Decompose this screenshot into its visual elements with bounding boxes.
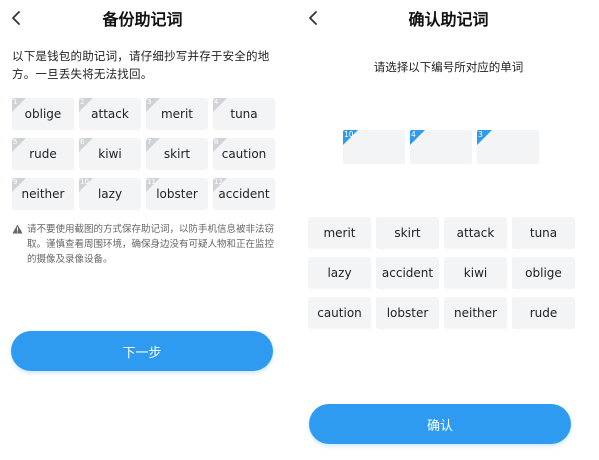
answer-slot[interactable]: 10 xyxy=(343,130,405,164)
word-text: attack xyxy=(91,107,129,121)
intro-text: 以下是钱包的助记词，请仔细抄写并存于安全的地方。一旦丢失将无法找回。 xyxy=(12,49,270,81)
confirm-mnemonic-screen: 确认助记词 请选择以下编号所对应的单词 10 4 3 merit skirt attac… xyxy=(298,0,599,460)
word-text: lobster xyxy=(156,187,198,201)
next-step-button[interactable]: 下一步 xyxy=(11,331,273,371)
mnemonic-word-cell: 6 kiwi xyxy=(79,138,141,170)
word-text: lazy xyxy=(97,187,123,201)
mnemonic-word-cell: 7 skirt xyxy=(146,138,208,170)
word-choice-button[interactable]: oblige xyxy=(512,257,575,289)
word-index: 10 xyxy=(80,178,89,186)
mnemonic-word-cell: 11 lobster xyxy=(146,178,208,210)
backup-mnemonic-screen: 备份助记词 以下是钱包的助记词，请仔细抄写并存于安全的地方。一旦丢失将无法找回。… xyxy=(0,0,285,460)
word-index: 7 xyxy=(147,138,152,146)
word-choice-button[interactable]: lobster xyxy=(376,297,439,329)
word-choice-button[interactable]: kiwi xyxy=(444,257,507,289)
slot-index: 4 xyxy=(411,130,416,139)
word-index: 8 xyxy=(214,138,219,146)
slot-index: 10 xyxy=(344,130,354,139)
word-index: 5 xyxy=(13,138,18,146)
page-title: 确认助记词 xyxy=(408,10,489,29)
word-index: 11 xyxy=(147,178,156,186)
warning-text: 请不要使用截图的方式保存助记词，以防手机信息被非法窃取。谨慎查看周围环境，确保身… xyxy=(27,224,275,265)
page-title: 备份助记词 xyxy=(102,10,183,29)
mnemonic-word-cell: 8 caution xyxy=(213,138,275,170)
answer-slots: 10 4 3 xyxy=(343,130,539,164)
mnemonic-word-cell: 5 rude xyxy=(12,138,74,170)
word-choice-button[interactable]: caution xyxy=(308,297,371,329)
word-choice-button[interactable]: merit xyxy=(308,217,371,249)
word-choice-button[interactable]: accident xyxy=(376,257,439,289)
word-choice-button[interactable]: lazy xyxy=(308,257,371,289)
mnemonic-word-grid: 1 oblige 2 attack 3 merit 4 tuna 5 rude 6 kiwi 7 skir… xyxy=(12,98,275,210)
word-index: 3 xyxy=(147,98,152,106)
answer-slot[interactable]: 4 xyxy=(410,130,472,164)
answer-slot[interactable]: 3 xyxy=(477,130,539,164)
word-index: 4 xyxy=(214,98,219,106)
mnemonic-word-cell: 10 lazy xyxy=(79,178,141,210)
word-index: 6 xyxy=(80,138,85,146)
slot-index: 3 xyxy=(478,130,483,139)
word-text: tuna xyxy=(230,107,258,121)
word-index: 2 xyxy=(80,98,85,106)
warning-notice: 请不要使用截图的方式保存助记词，以防手机信息被非法窃取。谨慎查看周围环境，确保身… xyxy=(12,222,282,267)
word-choice-button[interactable]: neither xyxy=(444,297,507,329)
word-choice-button[interactable]: rude xyxy=(512,297,575,329)
mnemonic-word-cell: 9 neither xyxy=(12,178,74,210)
word-text: caution xyxy=(221,147,267,161)
instruction-text: 请选择以下编号所对应的单词 xyxy=(373,60,524,74)
word-index: 1 xyxy=(13,98,18,106)
mnemonic-word-cell: 1 oblige xyxy=(12,98,74,130)
mnemonic-word-cell: 4 tuna xyxy=(213,98,275,130)
word-text: merit xyxy=(160,107,194,121)
word-choice-grid: merit skirt attack tuna lazy accident kiwi obli… xyxy=(308,217,575,329)
mnemonic-word-cell: 12 accident xyxy=(213,178,275,210)
word-text: skirt xyxy=(163,147,191,161)
mnemonic-word-cell: 2 attack xyxy=(79,98,141,130)
mnemonic-word-cell: 3 merit xyxy=(146,98,208,130)
warning-triangle-icon xyxy=(12,224,23,234)
confirm-button[interactable]: 确认 xyxy=(309,404,571,444)
word-choice-button[interactable]: tuna xyxy=(512,217,575,249)
word-choice-button[interactable]: skirt xyxy=(376,217,439,249)
word-text: kiwi xyxy=(98,147,122,161)
word-index: 9 xyxy=(13,178,18,186)
word-text: oblige xyxy=(24,107,62,121)
word-choice-button[interactable]: attack xyxy=(444,217,507,249)
word-text: rude xyxy=(29,147,57,161)
word-index: 12 xyxy=(214,178,223,186)
word-text: neither xyxy=(21,187,65,201)
